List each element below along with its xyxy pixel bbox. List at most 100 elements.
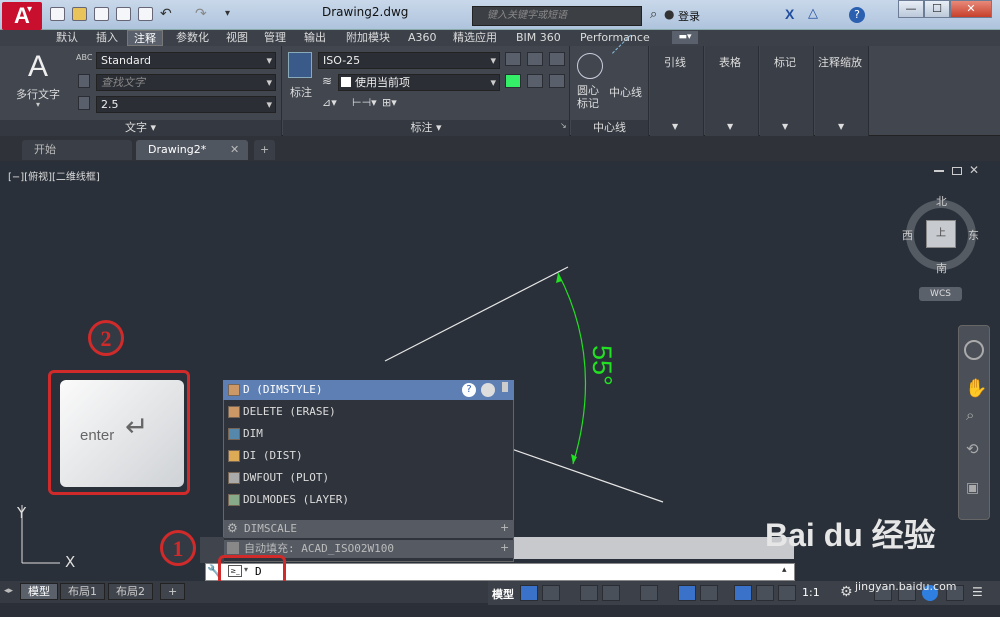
new-file-icon[interactable] [50, 7, 65, 21]
ortho-icon[interactable] [580, 585, 598, 601]
leader-label[interactable]: 引线 [664, 54, 686, 70]
text-style-select[interactable]: Standard [96, 52, 276, 69]
markup-label[interactable]: 标记 [774, 54, 796, 70]
centerline-label[interactable]: 中心线 [609, 84, 642, 100]
autocomplete-item[interactable]: DDLMODES (LAYER) [243, 489, 349, 511]
open-folder-icon[interactable] [72, 7, 87, 21]
login-button[interactable]: 登录 [678, 8, 700, 24]
tab-manage[interactable]: 管理 [258, 30, 292, 46]
maximize-button[interactable]: ☐ [924, 0, 950, 18]
save-as-icon[interactable] [116, 7, 131, 21]
object-snap-tracking-icon[interactable] [678, 585, 696, 601]
object-snap-icon[interactable] [700, 585, 718, 601]
wcs-menu-button[interactable]: WCS [919, 287, 962, 301]
scrollbar-thumb[interactable] [502, 382, 508, 392]
text-height-select[interactable]: 2.5 [96, 96, 276, 113]
showmotion-icon[interactable]: ▣ [966, 480, 979, 496]
dimension-label[interactable]: 标注 [290, 84, 312, 100]
autocomplete-item[interactable]: DELETE (ERASE) [243, 401, 336, 423]
grid-icon[interactable] [520, 585, 538, 601]
tab-start[interactable]: 开始 [22, 140, 132, 160]
find-text-icon[interactable] [78, 74, 90, 88]
orbit-icon[interactable]: ⟲ [966, 440, 979, 458]
dim-inspect-icon[interactable] [505, 74, 521, 88]
viewcube-top-face[interactable]: 上 [926, 220, 956, 248]
viewcube-south[interactable]: 南 [936, 260, 947, 276]
chevron-down-icon[interactable]: ▼ [782, 122, 788, 131]
exchange-icon[interactable]: X [785, 6, 794, 22]
dim-update-icon[interactable] [549, 74, 565, 88]
dim-layer-select[interactable]: 使用当前项 [338, 74, 500, 91]
angle-dimension-text[interactable]: 55° [586, 345, 617, 386]
plot-icon[interactable] [138, 7, 153, 21]
tab-performance[interactable]: Performance [574, 30, 656, 46]
ribbon-toggle-icon[interactable]: ▬▾ [672, 31, 698, 44]
auto-scale-icon[interactable] [756, 585, 774, 601]
baseline-dim-icon[interactable]: ⊞▾ [382, 96, 397, 109]
dim-space-icon[interactable] [527, 74, 543, 88]
dimension-panel-title[interactable]: 标注 ▾ [283, 120, 569, 136]
tab-default[interactable]: 默认 [50, 30, 84, 46]
angular-dim-icon[interactable]: ⊿▾ [322, 96, 337, 109]
close-button[interactable]: ✕ [950, 0, 992, 18]
command-line-input[interactable] [205, 563, 795, 581]
viewcube-north[interactable]: 北 [936, 193, 947, 209]
dim-oblique-icon[interactable] [549, 52, 565, 66]
annotation-scale-value[interactable]: 1:1 [802, 586, 820, 599]
viewport-restore-icon[interactable] [952, 167, 962, 175]
annotation-scale-icon[interactable] [778, 585, 796, 601]
panel-dialog-launcher-icon[interactable]: ↘ [560, 121, 567, 130]
minimize-button[interactable]: — [898, 0, 924, 18]
viewcube-east[interactable]: 东 [968, 227, 979, 243]
help-icon[interactable]: ? [462, 383, 476, 397]
tab-featured-apps[interactable]: 精选应用 [447, 30, 503, 46]
center-mark-icon[interactable] [577, 53, 603, 79]
application-menu-button[interactable]: A [2, 2, 42, 30]
redo-icon[interactable]: ↷ [195, 6, 207, 22]
tab-layout1[interactable]: 布局1 [60, 583, 105, 600]
expand-icon[interactable]: + [500, 521, 509, 534]
annotation-visibility-icon[interactable] [734, 585, 752, 601]
tab-output[interactable]: 输出 [298, 30, 332, 46]
spell-check-icon[interactable]: ABC [76, 53, 92, 62]
customize-quick-access-icon[interactable]: ▾ [225, 8, 230, 19]
chevron-down-icon[interactable]: ▼ [727, 122, 733, 131]
save-icon[interactable] [94, 7, 109, 21]
a360-icon[interactable]: △ [808, 6, 818, 21]
viewport-minimize-icon[interactable] [934, 170, 944, 172]
continue-dim-icon[interactable]: ⊢⊣▾ [352, 96, 377, 109]
tab-layout2[interactable]: 布局2 [108, 583, 153, 600]
autocomplete-item[interactable]: DIM [243, 423, 263, 445]
table-label[interactable]: 表格 [719, 54, 741, 70]
dim-style-select[interactable]: ISO-25 [318, 52, 500, 69]
steering-wheel-icon[interactable] [964, 340, 984, 360]
new-tab-button[interactable]: + [254, 140, 276, 160]
pan-hand-icon[interactable]: ✋ [965, 378, 987, 399]
tab-addins[interactable]: 附加模块 [340, 30, 396, 46]
chevron-down-icon[interactable]: ▼ [672, 122, 678, 131]
polar-icon[interactable] [602, 585, 620, 601]
autocomplete-item[interactable]: DWFOUT (PLOT) [243, 467, 329, 489]
center-mark-label[interactable]: 圆心 标记 [577, 84, 603, 110]
help-icon[interactable]: ? [849, 7, 865, 23]
chevron-down-icon[interactable]: ▾ [36, 100, 40, 109]
tab-bim360[interactable]: BIM 360 [510, 30, 567, 46]
autocomplete-item[interactable]: DI (DIST) [243, 445, 303, 467]
tab-parametric[interactable]: 参数化 [170, 30, 215, 46]
dimension-icon[interactable] [288, 52, 312, 78]
annotation-scaling-label[interactable]: 注释缩放 [818, 54, 862, 70]
viewcube-west[interactable]: 西 [902, 227, 913, 243]
tab-view[interactable]: 视图 [220, 30, 254, 46]
gear-icon[interactable]: ⚙ [840, 584, 853, 600]
expand-icon[interactable]: + [500, 541, 509, 554]
search-input[interactable]: 键入关键字或短语 [472, 6, 642, 26]
chevron-down-icon[interactable]: ▼ [838, 122, 844, 131]
binoculars-icon[interactable]: ⌕ [650, 7, 657, 22]
search-internet-icon[interactable] [481, 383, 495, 397]
layout-scroll-icon[interactable]: ◂▸ [4, 586, 13, 596]
command-history-toggle-icon[interactable]: ▴ [782, 565, 787, 575]
zoom-icon[interactable]: ⌕ [966, 406, 974, 424]
text-panel-title[interactable]: 文字 ▾ [0, 120, 281, 136]
customization-menu-icon[interactable]: ☰ [972, 585, 983, 599]
undo-icon[interactable]: ↶ [160, 6, 172, 22]
